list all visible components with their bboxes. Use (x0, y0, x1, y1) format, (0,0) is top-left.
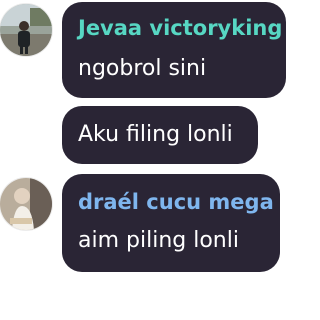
message-bubble[interactable]: Aku filing lonli (62, 106, 258, 164)
sender-name[interactable]: draél cucu mega (78, 192, 274, 213)
message-bubble[interactable]: Jevaa victoryking ngobrol sini (62, 2, 286, 98)
sender-name[interactable]: Jevaa victoryking (78, 18, 282, 39)
avatar[interactable] (0, 178, 52, 230)
avatar-photo-icon (0, 4, 52, 56)
avatar-photo-icon (0, 178, 52, 230)
message-text: Aku filing lonli (78, 122, 233, 147)
message-bubble[interactable]: draél cucu mega aim piling lonli (62, 174, 280, 272)
avatar[interactable] (0, 4, 52, 56)
message-text: ngobrol sini (78, 56, 207, 81)
message-text: aim piling lonli (78, 228, 239, 253)
